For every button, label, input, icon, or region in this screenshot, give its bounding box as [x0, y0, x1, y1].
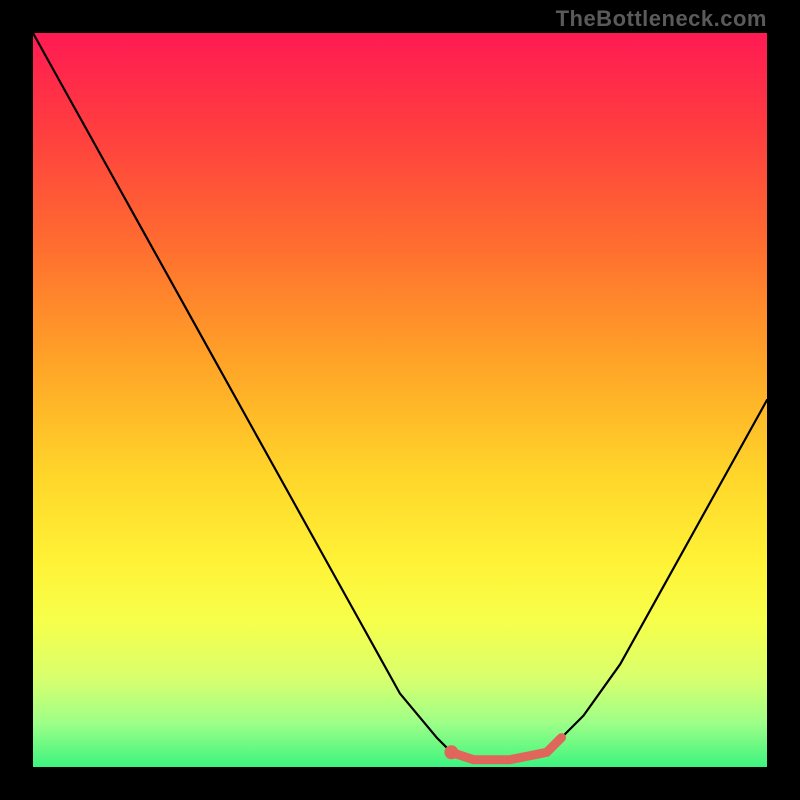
- plot-area: [33, 33, 767, 767]
- chart-svg: [33, 33, 767, 767]
- optimal-range-highlight: [451, 738, 561, 760]
- bottleneck-curve: [33, 33, 767, 760]
- attribution-label: TheBottleneck.com: [556, 6, 767, 32]
- optimal-range-start-dot: [444, 745, 458, 759]
- chart-frame: TheBottleneck.com: [0, 0, 800, 800]
